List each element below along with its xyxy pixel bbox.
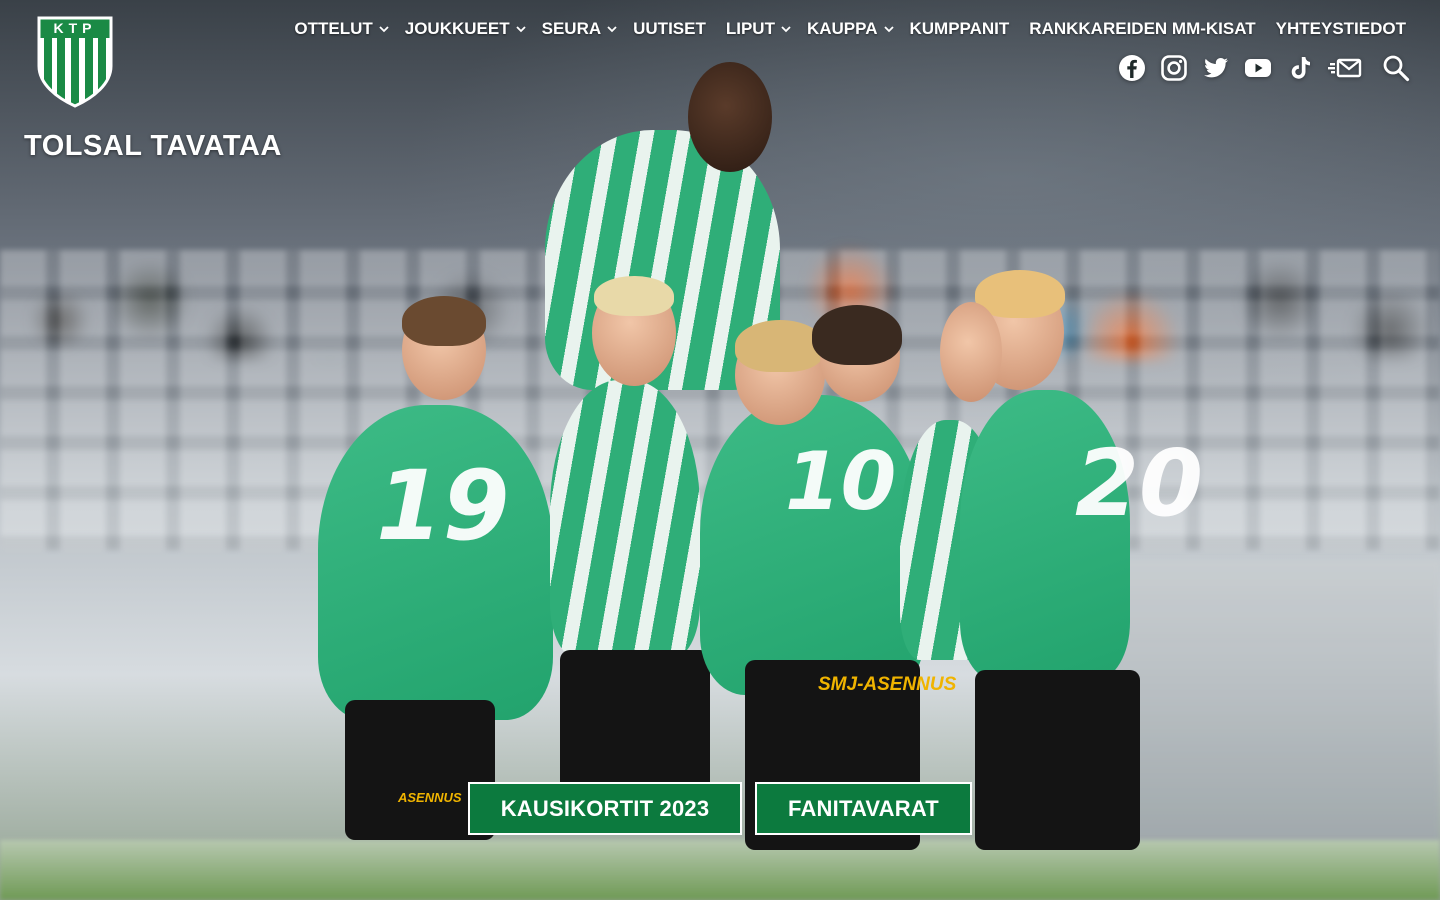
nav-label: LIPUT — [725, 19, 775, 38]
nav-label: YHTEYSTIEDOT — [1275, 19, 1406, 38]
jersey-number: 19 — [376, 450, 510, 562]
chevron-down-icon — [883, 26, 894, 33]
player-head — [940, 302, 1002, 402]
nav-item-kumppanit[interactable]: KUMPPANIT — [902, 19, 1018, 39]
nav-item-rankkareiden-mm-kisat[interactable]: RANKKAREIDEN MM-KISAT — [1017, 19, 1263, 39]
facebook-icon[interactable] — [1118, 54, 1146, 82]
fan-merch-button[interactable]: FANITAVARAT — [755, 782, 972, 835]
newsletter-icon[interactable] — [1328, 54, 1362, 82]
main-nav: OTTELUT JOUKKUEET SEURA UUTISET LIPUT KA… — [286, 19, 1406, 39]
twitter-icon[interactable] — [1202, 54, 1230, 82]
jersey-number: 20 — [1075, 430, 1204, 537]
jersey-number: 10 — [785, 435, 897, 528]
player-shorts — [975, 670, 1140, 850]
chevron-down-icon — [607, 26, 617, 33]
player-hair — [402, 296, 486, 346]
nav-label: KUMPPANIT — [909, 19, 1010, 38]
nav-label: OTTELUT — [294, 19, 373, 38]
search-icon[interactable] — [1382, 54, 1410, 82]
pitch — [0, 840, 1440, 900]
nav-item-ottelut[interactable]: OTTELUT — [286, 19, 396, 39]
sponsor-text: ASENNUS — [398, 790, 462, 805]
tiktok-icon[interactable] — [1286, 54, 1314, 82]
nav-label: KAUPPA — [806, 19, 878, 38]
player-smiling — [550, 380, 700, 660]
player-hair — [812, 305, 902, 365]
nav-label: UUTISET — [633, 19, 706, 38]
nav-label: RANKKAREIDEN MM-KISAT — [1029, 19, 1256, 38]
nav-item-liput[interactable]: LIPUT — [714, 19, 799, 39]
player-head — [688, 62, 772, 172]
season-tickets-button[interactable]: KAUSIKORTIT 2023 — [468, 782, 742, 835]
nav-label: JOUKKUEET — [404, 19, 510, 38]
youtube-icon[interactable] — [1244, 54, 1272, 82]
sponsor-text: SMJ-ASENNUS — [818, 674, 957, 695]
player-hair — [735, 320, 825, 372]
site-tagline: TOLSAL TAVATAA — [24, 130, 282, 162]
dugout — [1100, 560, 1440, 860]
instagram-icon[interactable] — [1160, 54, 1188, 82]
social-links — [1118, 54, 1410, 82]
chevron-down-icon — [781, 26, 791, 33]
chevron-down-icon — [379, 26, 389, 33]
logo-letters: KTP — [53, 20, 97, 36]
nav-item-seura[interactable]: SEURA — [534, 19, 626, 39]
nav-item-kauppa[interactable]: KAUPPA — [799, 19, 902, 39]
club-logo[interactable]: KTP — [35, 14, 115, 108]
nav-item-yhteystiedot[interactable]: YHTEYSTIEDOT — [1264, 19, 1406, 39]
nav-item-uutiset[interactable]: UUTISET — [625, 19, 714, 39]
player-hair — [594, 276, 674, 316]
nav-label: SEURA — [541, 19, 602, 38]
chevron-down-icon — [515, 26, 526, 33]
nav-item-joukkueet[interactable]: JOUKKUEET — [397, 19, 534, 39]
